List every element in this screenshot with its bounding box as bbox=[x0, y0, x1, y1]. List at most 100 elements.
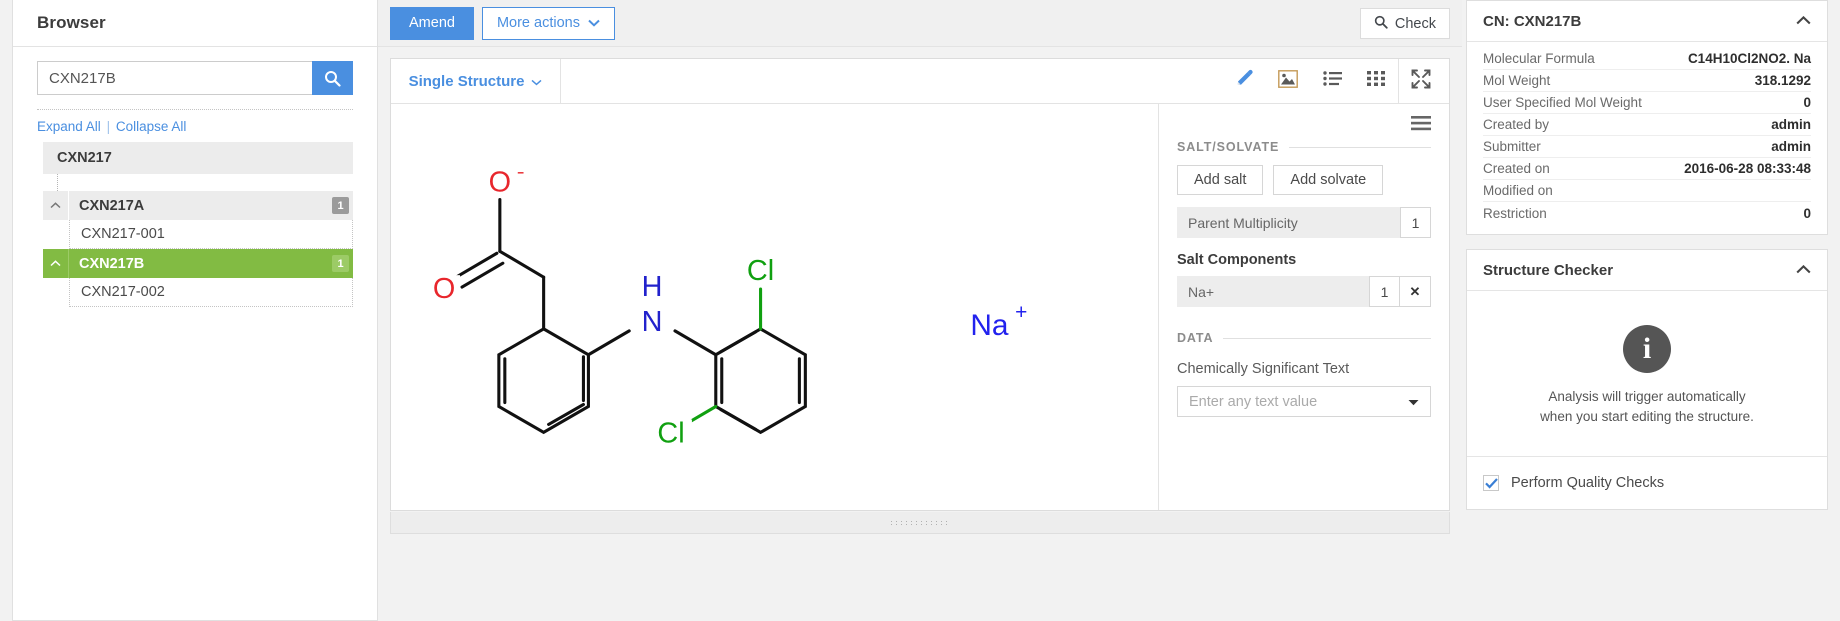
browser-search-row bbox=[13, 47, 377, 95]
search-input[interactable] bbox=[37, 61, 312, 95]
search-button[interactable] bbox=[312, 61, 353, 95]
property-value: 0 bbox=[1803, 95, 1811, 110]
salt-buttons-row: Add salt Add solvate bbox=[1177, 165, 1431, 195]
atom-label-sodium: Na bbox=[970, 309, 1009, 342]
svg-text:O: O bbox=[433, 273, 455, 305]
checker-message-line2: when you start editing the structure. bbox=[1540, 408, 1754, 424]
property-value: 0 bbox=[1803, 205, 1811, 221]
chem-text-select[interactable]: Enter any text value bbox=[1177, 386, 1431, 417]
property-key: Created by bbox=[1483, 117, 1550, 132]
property-value: admin bbox=[1771, 117, 1811, 132]
salt-solvate-section-label: SALT/SOLVATE bbox=[1177, 140, 1431, 154]
editor-toolbar: Single Structure bbox=[391, 59, 1449, 104]
chevron-up-icon bbox=[50, 202, 61, 209]
salt-component-name: Na+ bbox=[1177, 276, 1369, 307]
property-key: Restriction bbox=[1483, 205, 1547, 221]
table-row: Molecular Formula C14H10Cl2NO2. Na bbox=[1483, 48, 1811, 70]
structure-checker-header: Structure Checker bbox=[1467, 250, 1827, 291]
browser-tree: CXN217 CXN217A 1 CXN217-001 CXN217B 1 CX… bbox=[13, 142, 377, 307]
add-salt-button[interactable]: Add salt bbox=[1177, 165, 1264, 195]
chevron-up-icon[interactable] bbox=[1796, 12, 1811, 30]
browser-title: Browser bbox=[37, 13, 106, 32]
action-bar: Amend More actions Check bbox=[378, 0, 1462, 47]
perform-quality-checks-checkbox[interactable] bbox=[1483, 475, 1499, 492]
chevron-down-icon bbox=[531, 73, 542, 90]
editor-body: O − O H N Cl Cl Na + bbox=[391, 104, 1449, 510]
property-value: admin bbox=[1771, 139, 1811, 154]
property-key: Submitter bbox=[1483, 139, 1541, 154]
caret-down-icon bbox=[1408, 393, 1419, 411]
tree-leaf-cxn217-002[interactable]: CXN217-002 bbox=[69, 278, 353, 307]
amend-button[interactable]: Amend bbox=[390, 6, 474, 40]
panel-resize-handle[interactable] bbox=[390, 512, 1450, 534]
remove-salt-component-button[interactable]: ✕ bbox=[1400, 276, 1431, 307]
salt-component-row: Na+ 1 ✕ bbox=[1177, 276, 1431, 307]
property-value: 2016-06-28 08:33:48 bbox=[1684, 161, 1811, 176]
tree-node-cxn217a[interactable]: CXN217A 1 bbox=[43, 191, 353, 220]
check-label: Check bbox=[1394, 15, 1436, 32]
property-value: 318.1292 bbox=[1754, 73, 1811, 88]
chem-text-placeholder: Enter any text value bbox=[1189, 393, 1318, 410]
table-row: Modified on bbox=[1483, 180, 1811, 202]
close-icon: ✕ bbox=[1409, 283, 1421, 299]
chevron-up-icon[interactable] bbox=[1796, 261, 1811, 279]
search-icon bbox=[1374, 15, 1388, 33]
add-solvate-button[interactable]: Add solvate bbox=[1273, 165, 1384, 195]
table-row: Restriction 0 bbox=[1483, 202, 1811, 224]
table-row: Created on 2016-06-28 08:33:48 bbox=[1483, 158, 1811, 180]
application-root: Browser Expand All | Collapse All CXN217 bbox=[0, 0, 1840, 621]
parent-multiplicity-input[interactable]: 1 bbox=[1400, 207, 1431, 238]
svg-text:Cl: Cl bbox=[657, 417, 684, 449]
more-actions-button[interactable]: More actions bbox=[481, 6, 615, 40]
grid-view-button[interactable] bbox=[1354, 59, 1398, 103]
search-icon bbox=[324, 70, 341, 87]
checker-message-line1: Analysis will trigger automatically bbox=[1548, 389, 1746, 404]
list-icon bbox=[1322, 71, 1342, 91]
section-rule bbox=[1289, 146, 1431, 148]
chevron-down-icon bbox=[588, 15, 600, 31]
molecule-drawing: O − O H N Cl Cl Na + bbox=[430, 163, 1027, 449]
structure-checker-card: Structure Checker i Analysis will trigge… bbox=[1466, 249, 1828, 511]
parent-multiplicity-label: Parent Multiplicity bbox=[1177, 207, 1400, 238]
structure-editor-card: Single Structure − H Na + O O N Cl Cl SA… bbox=[390, 58, 1450, 511]
tree-node-label: CXN217A bbox=[79, 197, 145, 214]
tree-badge-cell: 1 bbox=[332, 191, 353, 220]
property-key: Modified on bbox=[1483, 183, 1553, 198]
image-view-button[interactable] bbox=[1266, 59, 1310, 103]
structure-canvas[interactable]: O − O H N Cl Cl Na + bbox=[391, 104, 1159, 510]
expand-all-link[interactable]: Expand All bbox=[37, 119, 101, 134]
salt-component-count-input[interactable]: 1 bbox=[1369, 276, 1400, 307]
tree-badge-cell: 1 bbox=[332, 249, 353, 278]
section-rule bbox=[1223, 337, 1431, 339]
expand-icon bbox=[1411, 69, 1431, 94]
collapse-all-link[interactable]: Collapse All bbox=[116, 119, 187, 134]
tree-root-label: CXN217 bbox=[57, 150, 112, 166]
tree-root-node[interactable]: CXN217 bbox=[43, 142, 353, 174]
perform-quality-checks-label: Perform Quality Checks bbox=[1511, 475, 1665, 492]
salt-solvate-panel: SALT/SOLVATE Add salt Add solvate Parent… bbox=[1159, 104, 1449, 510]
compound-details-card: CN: CXN217B Molecular Formula C14H10Cl2N… bbox=[1466, 0, 1828, 235]
tree-leaf-cxn217-001[interactable]: CXN217-001 bbox=[69, 220, 353, 249]
panel-menu-button[interactable] bbox=[1411, 116, 1431, 136]
info-icon: i bbox=[1623, 325, 1671, 373]
tree-node-label: CXN217B bbox=[79, 255, 145, 272]
more-actions-label: More actions bbox=[496, 15, 580, 31]
pencil-icon bbox=[1235, 69, 1254, 93]
check-button[interactable]: Check bbox=[1359, 8, 1450, 39]
tree-node-cxn217b[interactable]: CXN217B 1 bbox=[43, 249, 353, 278]
tree-caret-cxn217b[interactable] bbox=[43, 249, 69, 278]
grid-icon bbox=[1367, 71, 1385, 91]
structure-mode-label: Single Structure bbox=[408, 72, 525, 90]
fullscreen-button[interactable] bbox=[1399, 59, 1443, 103]
structure-mode-select[interactable]: Single Structure bbox=[391, 59, 561, 103]
data-section-label: DATA bbox=[1177, 331, 1431, 345]
edit-structure-button[interactable] bbox=[1222, 59, 1266, 103]
list-view-button[interactable] bbox=[1310, 59, 1354, 103]
structure-checker-title: Structure Checker bbox=[1483, 261, 1614, 279]
grip-dots-icon bbox=[891, 520, 949, 525]
table-row: Mol Weight 318.1292 bbox=[1483, 70, 1811, 92]
svg-text:O: O bbox=[489, 167, 511, 199]
chem-text-label: Chemically Significant Text bbox=[1177, 361, 1350, 377]
atom-charge-plus: + bbox=[1015, 301, 1027, 324]
tree-caret-cxn217a[interactable] bbox=[43, 191, 69, 220]
